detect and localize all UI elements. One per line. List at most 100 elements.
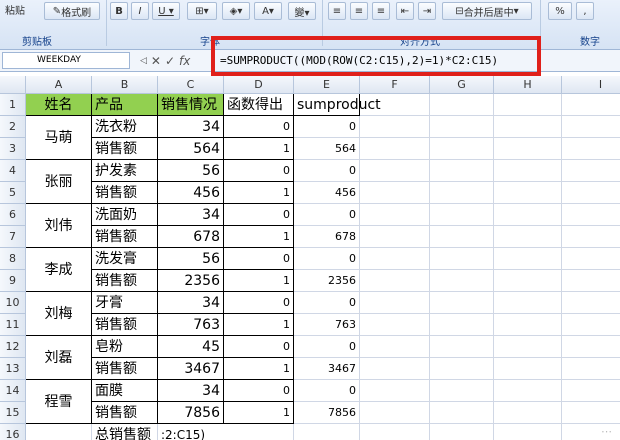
sales-value-cell[interactable]: 564 — [158, 138, 224, 160]
sumproduct-cell[interactable]: 0 — [294, 160, 360, 182]
product-cell[interactable]: 皂粉 — [92, 336, 158, 358]
name-cell[interactable]: 刘梅 — [26, 292, 92, 336]
row-header-1[interactable]: 1 — [0, 94, 26, 116]
cell[interactable] — [430, 358, 494, 380]
cell[interactable] — [494, 292, 562, 314]
cell[interactable] — [430, 314, 494, 336]
product-cell[interactable]: 销售额 — [92, 314, 158, 336]
cell[interactable] — [562, 160, 620, 182]
name-box[interactable]: WEEKDAY — [2, 52, 130, 69]
sales-value-cell[interactable]: 2356 — [158, 270, 224, 292]
row-header-14[interactable]: 14 — [0, 380, 26, 402]
cell[interactable] — [430, 160, 494, 182]
function-result-cell[interactable]: 0 — [224, 160, 294, 182]
font-color-button[interactable]: A▾ — [254, 2, 282, 20]
column-header-g[interactable]: G — [430, 76, 494, 94]
cell[interactable] — [494, 226, 562, 248]
row-header-13[interactable]: 13 — [0, 358, 26, 380]
cell[interactable] — [562, 292, 620, 314]
cell[interactable] — [494, 182, 562, 204]
header-cell-a[interactable]: 姓名 — [26, 94, 92, 116]
cell[interactable] — [494, 424, 562, 440]
sales-value-cell[interactable]: 456 — [158, 182, 224, 204]
cell[interactable] — [430, 226, 494, 248]
sumproduct-cell[interactable]: 678 — [294, 226, 360, 248]
function-result-cell[interactable]: 0 — [224, 116, 294, 138]
cell[interactable] — [562, 314, 620, 336]
row-header-6[interactable]: 6 — [0, 204, 26, 226]
cell[interactable] — [494, 336, 562, 358]
comma-button[interactable]: , — [576, 2, 594, 20]
column-header-c[interactable]: C — [158, 76, 224, 94]
function-result-cell[interactable]: 1 — [224, 358, 294, 380]
row-header-4[interactable]: 4 — [0, 160, 26, 182]
cell[interactable] — [360, 226, 430, 248]
name-cell[interactable]: 程雪 — [26, 380, 92, 424]
sales-value-cell[interactable]: 34 — [158, 204, 224, 226]
header-cell-c[interactable]: 销售情况 — [158, 94, 224, 116]
select-all-corner[interactable] — [0, 76, 26, 94]
cell[interactable] — [494, 314, 562, 336]
cell[interactable] — [562, 116, 620, 138]
function-icon[interactable]: fx — [179, 54, 190, 68]
sumproduct-cell[interactable]: 0 — [294, 248, 360, 270]
row-header-12[interactable]: 12 — [0, 336, 26, 358]
chevron-down-icon[interactable]: ◁ — [140, 56, 147, 66]
sales-value-cell[interactable]: 56 — [158, 248, 224, 270]
cell[interactable] — [494, 248, 562, 270]
cell[interactable] — [562, 204, 620, 226]
sales-value-cell[interactable]: 763 — [158, 314, 224, 336]
function-result-cell[interactable]: 1 — [224, 402, 294, 424]
merge-center-button[interactable]: ⊟ 合并后居中 ▾ — [442, 2, 532, 20]
sumproduct-cell[interactable]: 0 — [294, 116, 360, 138]
cell[interactable] — [360, 402, 430, 424]
cell[interactable] — [562, 138, 620, 160]
sumproduct-cell[interactable]: 0 — [294, 292, 360, 314]
row-header-8[interactable]: 8 — [0, 248, 26, 270]
cell[interactable] — [494, 270, 562, 292]
cell[interactable] — [494, 204, 562, 226]
sales-value-cell[interactable]: 678 — [158, 226, 224, 248]
product-cell[interactable]: 牙膏 — [92, 292, 158, 314]
empty-cell[interactable] — [294, 424, 360, 440]
sales-value-cell[interactable]: 34 — [158, 292, 224, 314]
sales-value-cell[interactable]: 56 — [158, 160, 224, 182]
column-header-a[interactable]: A — [26, 76, 92, 94]
sumproduct-cell[interactable]: 0 — [294, 380, 360, 402]
cell[interactable] — [360, 116, 430, 138]
cell[interactable] — [360, 292, 430, 314]
cell[interactable] — [430, 424, 494, 440]
header-cell-d[interactable]: 函数得出 — [224, 94, 294, 116]
total-edit-cell[interactable]: :2:C15) — [158, 424, 294, 440]
function-result-cell[interactable]: 1 — [224, 314, 294, 336]
cell[interactable] — [430, 248, 494, 270]
sumproduct-cell[interactable]: 763 — [294, 314, 360, 336]
column-header-e[interactable]: E — [294, 76, 360, 94]
cell[interactable] — [562, 336, 620, 358]
name-cell[interactable]: 刘磊 — [26, 336, 92, 380]
cell[interactable] — [494, 402, 562, 424]
function-result-cell[interactable]: 1 — [224, 270, 294, 292]
name-cell[interactable]: 张丽 — [26, 160, 92, 204]
sumproduct-cell[interactable]: 3467 — [294, 358, 360, 380]
indent-increase-button[interactable]: ⇥ — [418, 2, 436, 20]
cell[interactable] — [360, 160, 430, 182]
product-cell[interactable]: 洗衣粉 — [92, 116, 158, 138]
total-label-cell[interactable]: 总销售额 — [92, 424, 158, 440]
cell[interactable] — [430, 402, 494, 424]
function-result-cell[interactable]: 0 — [224, 336, 294, 358]
cell[interactable] — [360, 204, 430, 226]
row-header-3[interactable]: 3 — [0, 138, 26, 160]
row-header-2[interactable]: 2 — [0, 116, 26, 138]
cell[interactable] — [562, 358, 620, 380]
sumproduct-cell[interactable]: 2356 — [294, 270, 360, 292]
function-result-cell[interactable]: 0 — [224, 292, 294, 314]
row-header-9[interactable]: 9 — [0, 270, 26, 292]
product-cell[interactable]: 销售额 — [92, 226, 158, 248]
product-cell[interactable]: 洗面奶 — [92, 204, 158, 226]
italic-button[interactable]: I — [131, 2, 149, 20]
cell[interactable] — [430, 380, 494, 402]
cell[interactable] — [562, 402, 620, 424]
product-cell[interactable]: 销售额 — [92, 138, 158, 160]
function-result-cell[interactable]: 1 — [224, 226, 294, 248]
